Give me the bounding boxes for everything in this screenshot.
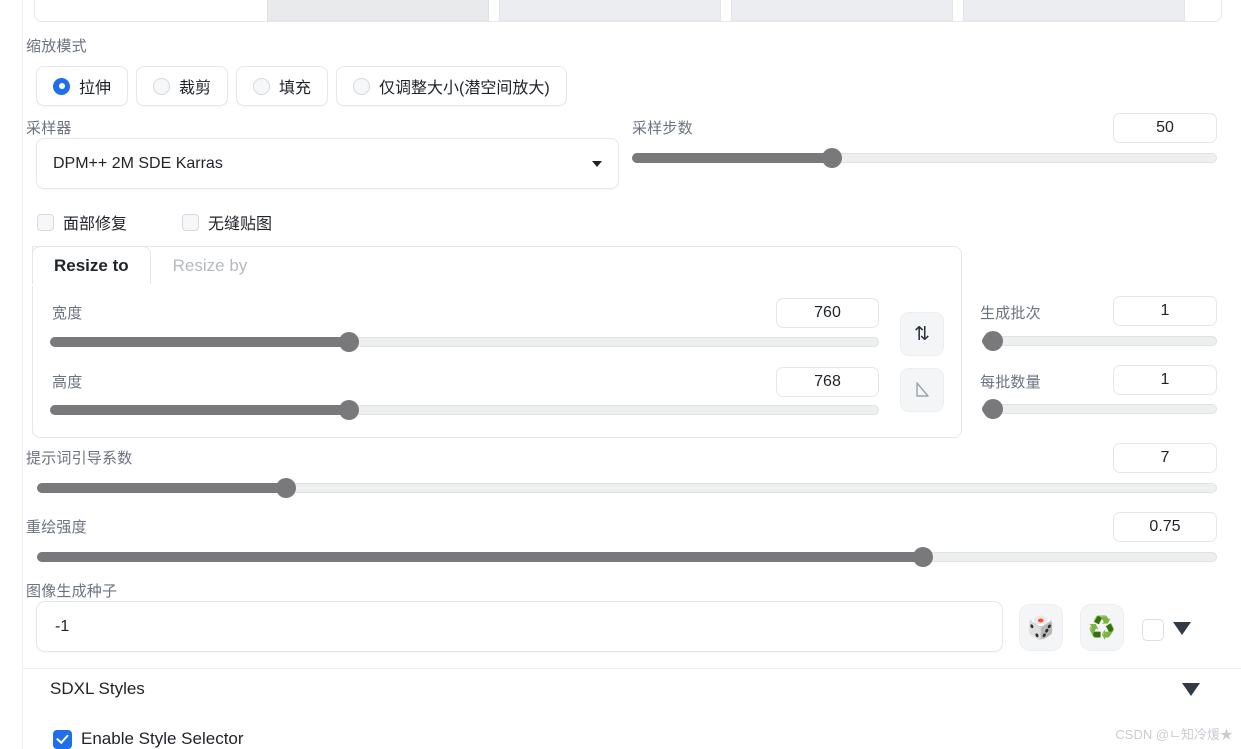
slider-thumb[interactable]	[983, 331, 1003, 351]
face-restore-label: 面部修复	[63, 216, 128, 233]
width-label: 宽度	[52, 305, 83, 322]
slider-thumb[interactable]	[983, 399, 1003, 419]
sdxl-styles-title: SDXL Styles	[50, 679, 145, 698]
face-restore-checkbox-row[interactable]: 面部修复	[37, 210, 127, 234]
batch-size-slider[interactable]	[982, 399, 1217, 419]
cfg-scale-label: 提示词引导系数	[26, 450, 133, 467]
radio-option-fill[interactable]: 填充	[236, 66, 329, 106]
batch-size-input[interactable]: 1	[1113, 365, 1217, 395]
tab-resize-to[interactable]: Resize to	[32, 246, 151, 284]
radio-dot-icon	[253, 77, 271, 95]
seed-label: 图像生成种子	[26, 583, 118, 600]
sampler-value: DPM++ 2M SDE Karras	[53, 154, 223, 172]
enable-style-selector-label: Enable Style Selector	[81, 729, 244, 748]
slider-fill	[632, 153, 831, 163]
top-partial-button-1[interactable]	[267, 0, 489, 21]
checkbox-icon	[53, 729, 72, 749]
resize-mode-radio-group: 拉伸 裁剪 填充 仅调整大小(潜空间放大)	[36, 66, 567, 106]
batch-count-input[interactable]: 1	[1113, 296, 1217, 326]
resize-tabstrip: Resize to Resize by	[32, 246, 269, 284]
denoising-label: 重绘强度	[26, 519, 87, 536]
slider-thumb[interactable]	[821, 148, 842, 168]
section-divider	[22, 668, 1241, 669]
chevron-down-icon	[592, 160, 602, 167]
width-value-input[interactable]: 760	[776, 298, 879, 328]
seed-extra-checkbox[interactable]	[1142, 619, 1164, 641]
sampler-label: 采样器	[26, 120, 72, 137]
radio-label: 拉伸	[79, 80, 112, 97]
csdn-watermark: CSDN @ㄴ知冷煖★	[1115, 727, 1233, 742]
reuse-seed-button[interactable]: ♻️	[1080, 604, 1124, 651]
aspect-ratio-triangle-icon	[916, 382, 929, 397]
sdxl-styles-collapse-triangle-down-icon[interactable]	[1182, 683, 1200, 696]
swap-dimensions-button[interactable]: ⇅	[900, 312, 944, 356]
radio-dot-icon	[53, 77, 70, 95]
enable-style-selector-row[interactable]: Enable Style Selector	[53, 729, 244, 749]
steps-slider[interactable]	[632, 148, 1217, 168]
slider-thumb[interactable]	[913, 547, 933, 567]
checkbox-icon	[182, 213, 199, 231]
radio-label: 裁剪	[179, 80, 212, 97]
radio-label: 仅调整大小(潜空间放大)	[379, 80, 550, 97]
top-partial-button-4[interactable]	[963, 0, 1185, 21]
width-slider[interactable]	[50, 332, 879, 352]
radio-label: 填充	[279, 80, 312, 97]
height-slider[interactable]	[50, 400, 879, 420]
radio-option-latent-upscale[interactable]: 仅调整大小(潜空间放大)	[336, 66, 567, 106]
slider-fill	[50, 337, 349, 347]
slider-fill	[37, 552, 922, 562]
tiling-label: 无缝贴图	[208, 216, 273, 233]
top-button-row	[267, 0, 1185, 21]
slider-thumb[interactable]	[275, 478, 296, 498]
seed-input[interactable]: -1	[36, 601, 1003, 652]
resize-mode-label: 缩放模式	[26, 38, 87, 55]
aspect-ratio-button[interactable]	[900, 368, 944, 412]
slider-fill	[37, 483, 285, 493]
cfg-scale-slider[interactable]	[37, 478, 1217, 498]
steps-label: 采样步数	[632, 120, 693, 137]
radio-dot-icon	[353, 77, 371, 95]
img2img-settings-panel: 缩放模式 拉伸 裁剪 填充 仅调整大小(潜空间放大) 采样器 DPM++ 2M …	[0, 0, 1241, 749]
sampler-dropdown[interactable]: DPM++ 2M SDE Karras	[36, 138, 619, 189]
tab-resize-by[interactable]: Resize by	[151, 246, 270, 284]
batch-count-slider[interactable]	[982, 331, 1217, 351]
random-seed-button[interactable]: 🎲	[1019, 604, 1063, 651]
batch-size-label: 每批数量	[980, 374, 1041, 391]
cfg-scale-input[interactable]: 7	[1113, 443, 1217, 473]
top-partial-container	[34, 0, 1222, 22]
tiling-checkbox-row[interactable]: 无缝贴图	[182, 210, 272, 234]
height-value-input[interactable]: 768	[776, 367, 879, 397]
radio-option-crop[interactable]: 裁剪	[136, 66, 229, 106]
slider-fill	[50, 405, 349, 415]
swap-vertical-icon: ⇅	[914, 323, 930, 345]
denoising-slider[interactable]	[37, 547, 1217, 567]
radio-option-stretch[interactable]: 拉伸	[36, 66, 129, 106]
height-label: 高度	[52, 374, 83, 391]
steps-value-input[interactable]: 50	[1113, 113, 1217, 143]
dice-icon: 🎲	[1027, 614, 1055, 640]
batch-count-label: 生成批次	[980, 305, 1041, 322]
denoising-input[interactable]: 0.75	[1113, 512, 1217, 542]
radio-dot-icon	[153, 77, 171, 95]
top-partial-button-3[interactable]	[731, 0, 953, 21]
checkbox-icon	[37, 213, 54, 231]
seed-expand-triangle-down-icon[interactable]	[1173, 622, 1191, 635]
panel-left-divider	[22, 0, 23, 749]
recycle-icon: ♻️	[1088, 614, 1116, 640]
top-partial-button-2[interactable]	[499, 0, 721, 21]
